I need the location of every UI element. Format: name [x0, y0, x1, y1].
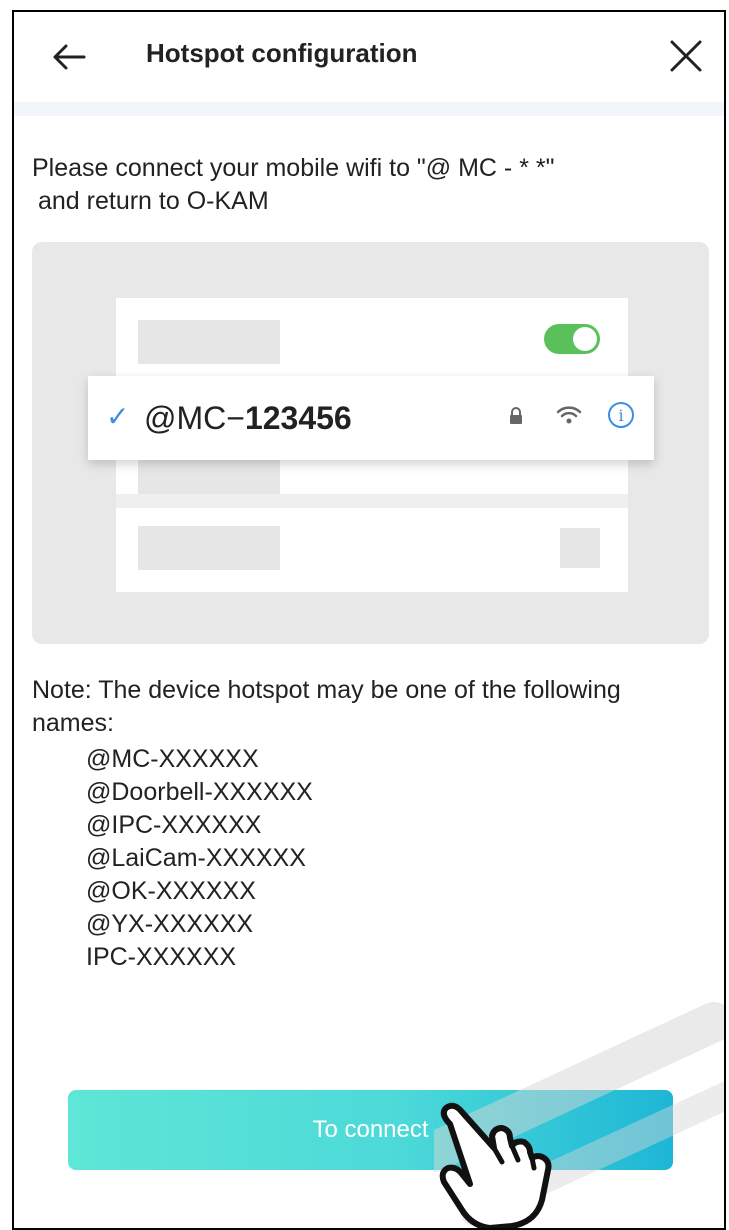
top-bar: Hotspot configuration — [14, 12, 724, 102]
wifi-toggle — [544, 324, 600, 354]
info-glyph: i — [618, 405, 624, 425]
app-screen: Hotspot configuration Please connect you… — [12, 10, 726, 1230]
lock-icon — [510, 407, 522, 424]
list-item: @IPC-XXXXXX — [86, 811, 262, 839]
toggle-knob — [573, 327, 597, 351]
list-item: @LaiCam-XXXXXX — [86, 844, 306, 872]
hotspot-name-list: @MC-XXXXXX @Doorbell-XXXXXX @IPC-XXXXXX … — [86, 743, 313, 974]
instruction-line-1: Please connect your mobile wifi to "@ MC… — [32, 154, 555, 182]
ssid-prefix: @MC− — [144, 400, 245, 436]
placeholder-bar — [138, 526, 280, 570]
arrow-left-icon — [53, 44, 86, 70]
wifi-settings-illustration: ✓ @MC−123456 i — [32, 242, 709, 644]
wifi-signal-icon — [556, 406, 582, 424]
list-item: @YX-XXXXXX — [86, 910, 254, 938]
placeholder-bar — [138, 320, 280, 364]
to-connect-button[interactable]: To connect — [68, 1090, 673, 1170]
connect-instruction: Please connect your mobile wifi to "@ MC… — [32, 152, 692, 218]
back-button[interactable] — [44, 32, 94, 82]
network-ssid: @MC−123456 — [144, 400, 352, 437]
header-divider — [14, 102, 724, 116]
list-item: @Doorbell-XXXXXX — [86, 778, 313, 806]
close-button[interactable] — [660, 30, 712, 82]
hotspot-note: Note: The device hotspot may be one of t… — [32, 676, 621, 737]
placeholder-row-divider — [116, 494, 628, 508]
info-icon: i — [608, 402, 634, 428]
list-item: @OK-XXXXXX — [86, 877, 256, 905]
list-item: @MC-XXXXXX — [86, 745, 259, 773]
pointing-hand-icon — [439, 1102, 552, 1228]
instruction-line-2: and return to O-KAM — [38, 187, 269, 215]
checkmark-icon: ✓ — [106, 401, 130, 432]
ssid-suffix: 123456 — [244, 400, 352, 436]
page-title: Hotspot configuration — [146, 38, 418, 68]
close-icon — [670, 40, 702, 72]
placeholder-square — [560, 528, 600, 568]
list-item: IPC-XXXXXX — [86, 943, 237, 971]
selected-network-row: ✓ @MC−123456 i — [88, 376, 654, 460]
